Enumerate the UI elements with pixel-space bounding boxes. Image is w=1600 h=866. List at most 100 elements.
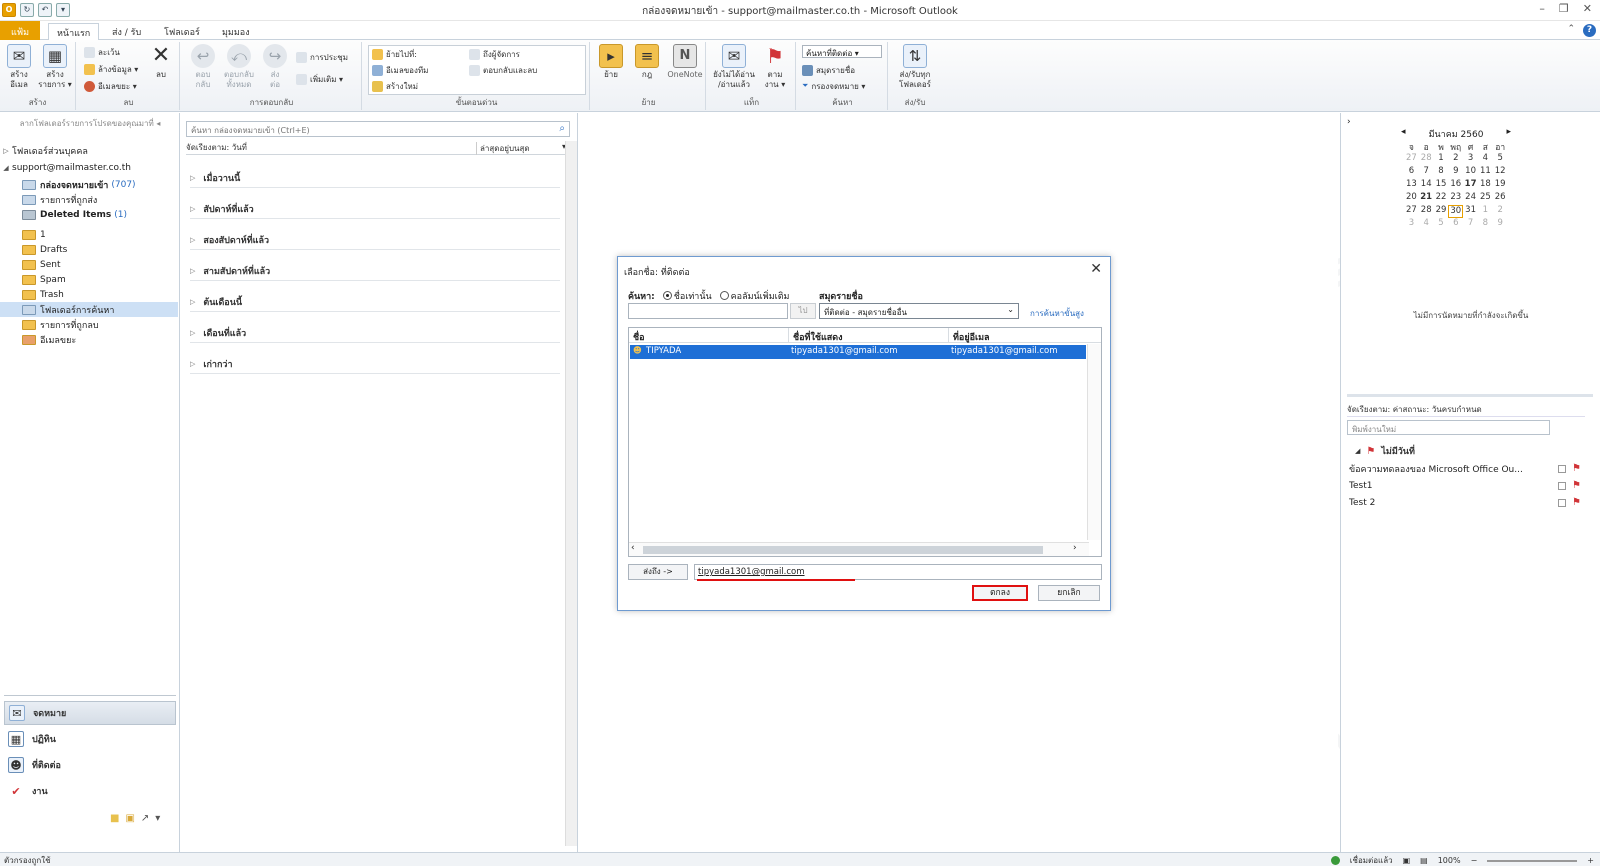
calendar-day[interactable]: 2 <box>1448 153 1463 166</box>
calendar-day[interactable]: 2 <box>1493 205 1508 218</box>
calendar-day[interactable]: 21 <box>1419 192 1434 205</box>
calendar-day[interactable]: 8 <box>1434 166 1449 179</box>
calendar-day[interactable]: 4 <box>1419 218 1434 231</box>
calendar-day[interactable]: 7 <box>1419 166 1434 179</box>
normal-view-icon[interactable]: ▣ <box>1403 856 1411 865</box>
filter-email-button[interactable]: ⏷ กรองจดหมาย ▾ <box>802 79 865 93</box>
team-email-step[interactable]: อีเมลของทีม <box>372 63 428 77</box>
more-respond-button[interactable]: เพิ่มเติม ▾ <box>296 72 343 86</box>
calendar-day[interactable]: 12 <box>1493 166 1508 179</box>
new-items-button[interactable]: ▦ สร้าง รายการ ▾ <box>38 44 72 90</box>
cleanup-button[interactable]: ล้างข้อมูล ▾ <box>84 62 138 76</box>
send-receive-all-button[interactable]: ⇅ ส่ง/รับทุก โฟลเดอร์ <box>894 44 936 90</box>
calendar-day[interactable]: 11 <box>1478 166 1493 179</box>
minimize-icon[interactable]: – <box>1539 2 1545 15</box>
calendar-day[interactable]: 24 <box>1463 192 1478 205</box>
move-button[interactable]: ▸ ย้าย <box>594 44 628 80</box>
zoom-slider[interactable] <box>1487 859 1578 862</box>
tab-view[interactable]: มุมมอง <box>214 23 258 40</box>
column-name[interactable]: ชื่อ <box>629 328 789 343</box>
task-checkbox[interactable] <box>1558 498 1567 507</box>
new-email-button[interactable]: ✉ สร้าง อีเมล <box>2 44 36 90</box>
notes-icon[interactable]: ■ <box>110 813 119 824</box>
task-checkbox[interactable] <box>1558 464 1567 473</box>
nav-splitter[interactable] <box>4 695 176 696</box>
calendar-day[interactable]: 4 <box>1478 153 1493 166</box>
table-row[interactable]: ☻ TIPYADA tipyada1301@gmail.com tipyada1… <box>630 345 1086 359</box>
nav-contacts[interactable]: ☻ ที่ติดต่อ <box>4 753 176 777</box>
calendar-day[interactable]: 18 <box>1478 179 1493 192</box>
move-to-step[interactable]: ย้ายไปที่: <box>372 47 417 61</box>
reply-all-button[interactable]: ⤺ ตอบกลับ ทั้งหมด <box>222 44 256 90</box>
expand-todo-icon[interactable]: › <box>1347 117 1351 127</box>
sort-order[interactable]: ล่าสุดอยู่บนสุด ▾ <box>476 142 566 155</box>
calendar-day[interactable]: 20 <box>1404 192 1419 205</box>
scroll-right-icon[interactable]: › <box>1073 543 1077 553</box>
folder-junk[interactable]: อีเมลขยะ <box>0 332 178 347</box>
task-item[interactable]: ข้อความทดลองของ Microsoft Office Ou... ⚑ <box>1349 461 1581 476</box>
search-input[interactable]: ค้นหา กล่องจดหมายเข้า (Ctrl+E) ⌕ <box>186 121 570 137</box>
ignore-button[interactable]: ละเว้น <box>84 45 120 59</box>
flag-icon[interactable]: ⚑ <box>1572 480 1581 491</box>
tab-folder[interactable]: โฟลเดอร์ <box>156 23 208 40</box>
configure-nav-icon[interactable]: ▾ <box>155 813 160 824</box>
folder-trash[interactable]: Trash <box>0 287 178 302</box>
calendar-day[interactable]: 30 <box>1448 205 1464 218</box>
flag-icon[interactable]: ⚑ <box>1572 497 1581 508</box>
task-checkbox[interactable] <box>1558 481 1567 490</box>
account-header[interactable]: ◢ support@mailmaster.co.th <box>0 160 178 175</box>
calendar-day[interactable]: 15 <box>1434 179 1449 192</box>
calendar-day[interactable]: 3 <box>1463 153 1478 166</box>
calendar-day[interactable]: 13 <box>1404 179 1419 192</box>
unread-read-button[interactable]: ✉ ยังไม่ได้อ่าน /อ่านแล้ว <box>712 44 756 90</box>
calendar-day[interactable]: 1 <box>1478 205 1493 218</box>
zoom-out-icon[interactable]: − <box>1471 856 1478 865</box>
folder-sent-items[interactable]: รายการที่ถูกส่ง <box>0 192 178 207</box>
to-button[interactable]: ส่งถึง -> <box>628 564 688 580</box>
go-button[interactable]: ไป <box>790 303 816 319</box>
table-horizontal-scrollbar[interactable]: ‹ › <box>629 542 1089 556</box>
arrange-by-header[interactable]: จัดเรียงตาม: วันที่ ล่าสุดอยู่บนสุด ▾ <box>186 141 570 155</box>
prev-month-icon[interactable]: ◂ <box>1401 127 1406 137</box>
folder-deleted-items[interactable]: Deleted Items (1) <box>0 207 178 222</box>
calendar-day[interactable]: 7 <box>1463 218 1478 231</box>
task-arrange-header[interactable]: จัดเรียงตาม: ค่าสถานะ: วันครบกำหนด <box>1347 403 1585 417</box>
reply-delete-step[interactable]: ตอบกลับและลบ <box>469 63 537 77</box>
search-contacts-combo[interactable]: ค้นหาที่ติดต่อ ▾ <box>802 45 882 58</box>
ok-button[interactable]: ตกลง <box>972 585 1028 601</box>
calendar-day[interactable]: 5 <box>1434 218 1449 231</box>
nav-mail[interactable]: ✉ จดหมาย <box>4 701 176 725</box>
favorites-header[interactable]: ▷ โฟลเดอร์ส่วนบุคคล <box>0 143 178 158</box>
group-yesterday[interactable]: ▷ เมื่อวานนี้ <box>190 168 560 188</box>
calendar-day[interactable]: 26 <box>1493 192 1508 205</box>
followup-button[interactable]: ⚑ ตาม งาน ▾ <box>758 44 792 90</box>
column-display-name[interactable]: ชื่อที่ใช้แสดง <box>789 328 949 343</box>
close-icon[interactable]: ✕ <box>1090 261 1102 277</box>
tab-file[interactable]: แฟ้ม <box>0 21 40 40</box>
calendar-day[interactable]: 19 <box>1493 179 1508 192</box>
calendar-day[interactable]: 8 <box>1478 218 1493 231</box>
calendar-day[interactable]: 6 <box>1448 218 1463 231</box>
zoom-in-icon[interactable]: + <box>1587 856 1594 865</box>
onenote-button[interactable]: N OneNote <box>666 44 704 80</box>
group-earlier-this-month[interactable]: ▷ ต้นเดือนนี้ <box>190 292 560 312</box>
folder-list-icon[interactable]: ▣ <box>125 813 134 824</box>
calendar-day[interactable]: 23 <box>1448 192 1463 205</box>
help-icon[interactable]: ? <box>1583 24 1596 37</box>
task-group-no-date[interactable]: ◢ ⚑ ไม่มีวันที่ <box>1355 444 1415 458</box>
tab-send-receive[interactable]: ส่ง / รับ <box>104 23 149 40</box>
to-field[interactable]: tipyada1301@gmail.com <box>694 564 1102 580</box>
calendar-day[interactable]: 10 <box>1463 166 1478 179</box>
calendar-day[interactable]: 29 <box>1434 205 1449 218</box>
group-two-weeks-ago[interactable]: ▷ สองสัปดาห์ที่แล้ว <box>190 230 560 250</box>
folder-search-folders[interactable]: โฟลเดอร์การค้นหา <box>0 302 178 317</box>
tab-home[interactable]: หน้าแรก <box>48 23 100 40</box>
forward-button[interactable]: ↪ ส่ง ต่อ <box>258 44 292 90</box>
folder-drafts[interactable]: Drafts <box>0 242 178 257</box>
to-manager-step[interactable]: ถึงผู้จัดการ <box>469 47 520 61</box>
calendar-day[interactable]: 28 <box>1419 205 1434 218</box>
calendar-day[interactable]: 25 <box>1478 192 1493 205</box>
scrollbar-thumb[interactable] <box>643 546 1043 554</box>
todo-splitter[interactable] <box>1347 394 1593 397</box>
calendar-day[interactable]: 28 <box>1419 153 1434 166</box>
